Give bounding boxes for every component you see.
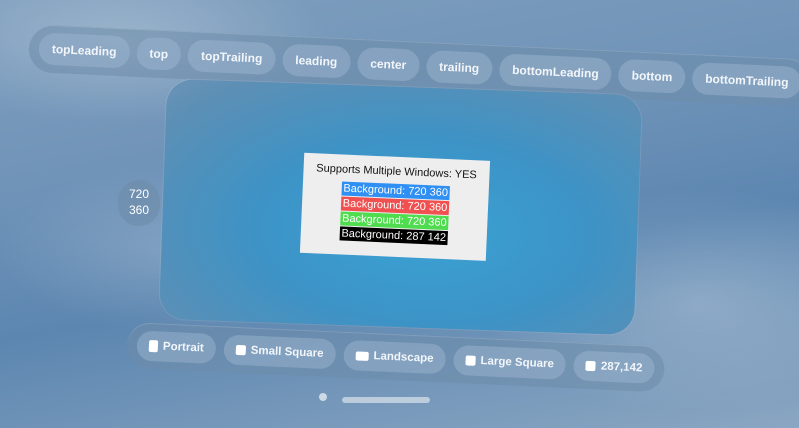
window-size-badge: 720 360 bbox=[118, 180, 160, 226]
large-square-label: Large Square bbox=[480, 355, 555, 371]
landscape-square-icon bbox=[355, 350, 369, 361]
alignment-button-bottomtrailing[interactable]: bottomTrailing bbox=[691, 62, 799, 100]
landscape-button[interactable]: Landscape bbox=[342, 339, 447, 375]
window-close-dot[interactable] bbox=[319, 393, 327, 401]
current-size-button[interactable]: 287,142 bbox=[573, 350, 656, 384]
landscape-label: Landscape bbox=[373, 350, 434, 365]
large-square-icon bbox=[465, 355, 476, 366]
window-width-value: 720 bbox=[128, 187, 150, 201]
alignment-button-center[interactable]: center bbox=[356, 46, 420, 82]
current-size-icon bbox=[585, 360, 597, 372]
window-height-value: 360 bbox=[128, 203, 150, 217]
background-row-black: Background: 287 142 bbox=[339, 226, 449, 246]
alignment-button-topleading[interactable]: topLeading bbox=[38, 32, 131, 69]
window-info-panel: Supports Multiple Windows: YES Backgroun… bbox=[299, 152, 491, 261]
small-square-button[interactable]: Small Square bbox=[223, 334, 337, 370]
alignment-button-trailing[interactable]: trailing bbox=[425, 50, 493, 85]
portrait-label: Portrait bbox=[162, 340, 205, 355]
alignment-button-bottomleading[interactable]: bottomLeading bbox=[498, 53, 613, 91]
small-square-label: Small Square bbox=[250, 344, 324, 360]
window-grab-bar[interactable] bbox=[342, 397, 430, 403]
alignment-button-bottom[interactable]: bottom bbox=[617, 58, 687, 94]
current-size-label: 287,142 bbox=[600, 360, 643, 375]
portrait-square-icon bbox=[148, 339, 159, 353]
large-square-button[interactable]: Large Square bbox=[452, 344, 567, 380]
alignment-button-top[interactable]: top bbox=[135, 36, 182, 71]
alignment-button-toptrailing[interactable]: topTrailing bbox=[187, 39, 277, 76]
portrait-button[interactable]: Portrait bbox=[136, 330, 217, 364]
alignment-button-leading[interactable]: leading bbox=[281, 43, 351, 79]
small-square-icon bbox=[235, 344, 246, 356]
app-window[interactable]: Supports Multiple Windows: YES Backgroun… bbox=[158, 78, 643, 336]
